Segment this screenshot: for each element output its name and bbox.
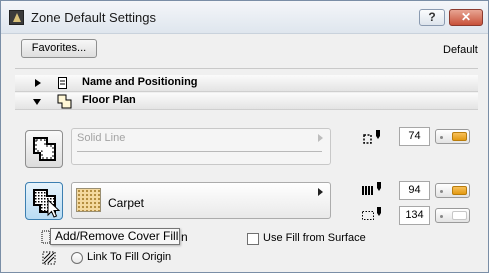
fill-pen-icon <box>362 182 381 195</box>
close-button[interactable]: ✕ <box>449 9 483 26</box>
popup-arrow-icon <box>318 188 323 196</box>
line-type-popup[interactable]: Solid Line <box>71 128 331 165</box>
window-title: Zone Default Settings <box>31 10 157 25</box>
zone-outline-icon <box>33 137 56 161</box>
fill-origin-icon <box>42 251 56 265</box>
mouse-cursor-icon <box>47 199 61 218</box>
toggle-dot <box>440 136 443 139</box>
toggle-dot <box>440 190 443 193</box>
use-fill-from-surface-label: Use Fill from Surface <box>263 232 366 244</box>
line-pen-field[interactable]: 74 <box>399 127 430 146</box>
use-fill-from-surface-checkbox[interactable] <box>247 233 259 245</box>
toggle-dot <box>440 215 443 218</box>
help-button[interactable]: ? <box>419 9 445 26</box>
section-label: Floor Plan <box>82 94 136 106</box>
fill-type-popup[interactable]: Carpet <box>71 182 331 219</box>
toggle-knob <box>452 132 467 141</box>
floor-plan-icon <box>57 94 72 109</box>
line-pen-toggle[interactable] <box>435 129 470 144</box>
fill-pen-field[interactable]: 94 <box>399 181 430 200</box>
fill-type-label: Carpet <box>108 196 145 210</box>
fill-background-pen-field[interactable]: 134 <box>399 206 430 225</box>
carpet-fill-swatch <box>76 188 101 212</box>
link-to-fill-origin-radio[interactable] <box>71 252 83 264</box>
obscured-label-tail: n <box>181 230 188 244</box>
collapse-arrow-icon[interactable] <box>33 99 41 105</box>
expand-arrow-icon[interactable] <box>35 79 41 87</box>
line-pen-icon <box>363 130 380 144</box>
zone-stamp-icon <box>58 77 67 89</box>
archicad-app-icon <box>9 10 24 25</box>
fill-background-pen-icon <box>362 207 381 220</box>
line-type-label: Solid Line <box>77 132 126 144</box>
fill-pen-toggle[interactable] <box>435 183 470 198</box>
section-name-and-positioning[interactable]: Name and Positioning <box>15 75 478 92</box>
zone-default-settings-dialog: Zone Default Settings ? ✕ Favorites... D… <box>0 0 489 273</box>
divider <box>15 68 478 69</box>
toggle-knob <box>452 211 467 220</box>
zone-outline-button[interactable] <box>25 130 63 168</box>
line-preview <box>77 151 322 152</box>
titlebar: Zone Default Settings ? ✕ <box>1 1 488 34</box>
tooltip: Add/Remove Cover Fill <box>50 228 180 245</box>
favorites-button[interactable]: Favorites... <box>21 39 97 58</box>
link-to-fill-origin-label: Link To Fill Origin <box>87 251 172 263</box>
toggle-knob <box>452 186 467 195</box>
section-label: Name and Positioning <box>82 76 198 88</box>
default-label: Default <box>443 44 478 56</box>
section-floor-plan[interactable]: Floor Plan <box>15 93 478 110</box>
popup-arrow-icon <box>318 134 323 142</box>
fill-background-pen-toggle[interactable] <box>435 208 470 223</box>
